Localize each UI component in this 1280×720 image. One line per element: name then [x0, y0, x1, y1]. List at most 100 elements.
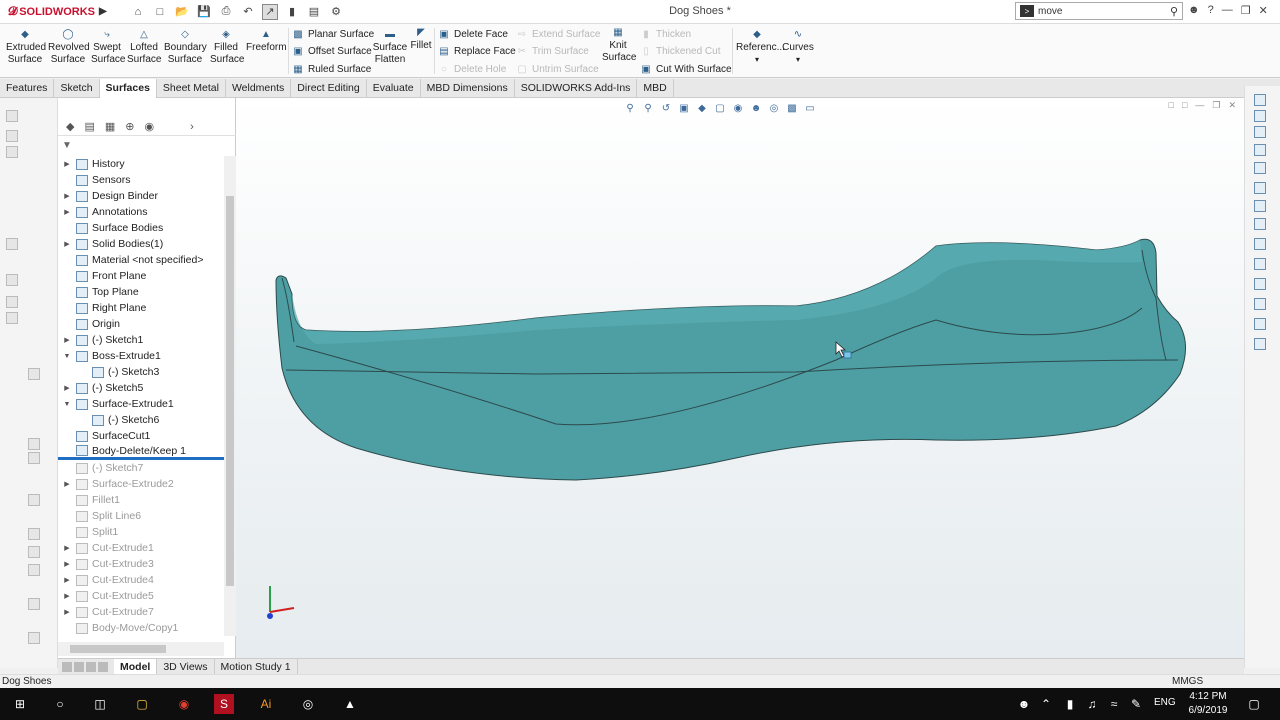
extruded-surface-button[interactable]: ◆ Extruded Surface [6, 30, 46, 66]
tree-item[interactable]: Surface Bodies [58, 220, 224, 236]
task-pane-icon[interactable] [1254, 238, 1266, 250]
replace-face-button[interactable]: ▤ Replace Face [438, 45, 515, 57]
tool-icon[interactable] [28, 368, 40, 380]
tree-item[interactable]: ▼ Boss-Extrude1 [58, 348, 224, 364]
tool-icon[interactable] [28, 528, 40, 540]
menu-arrow-icon[interactable]: ▶ [99, 6, 107, 17]
tab-sheet-metal[interactable]: Sheet Metal [157, 79, 226, 98]
dropdown-arrow-icon[interactable]: ▾ [782, 54, 814, 66]
filter-icon[interactable]: ▼ [62, 140, 72, 151]
tool-icon[interactable] [28, 438, 40, 450]
restore-icon[interactable]: ❐ [1241, 4, 1251, 17]
tool-icon[interactable] [6, 146, 18, 158]
expand-arrow-icon[interactable]: ▶ [62, 608, 72, 616]
minimize-icon[interactable]: — [1222, 4, 1233, 17]
tool-icon[interactable] [6, 238, 18, 250]
units-selector[interactable]: MMGS [1172, 676, 1203, 687]
taskbar-clock[interactable]: 4:12 PM 6/9/2019 [1182, 690, 1234, 718]
trim-surface-button[interactable]: ✂ Trim Surface [516, 45, 589, 57]
delete-face-button[interactable]: ▣ Delete Face [438, 28, 508, 40]
graphics-area[interactable]: ⚲ ⚲ ↺ ▣ ◆ ▢ ◉ ☻ ◎ ▩ ▭ □ □ — ❐ ✕ [236, 98, 1244, 658]
chrome-icon[interactable]: ◉ [174, 694, 194, 714]
task-pane-icon[interactable] [1254, 94, 1266, 106]
tool-icon[interactable] [6, 312, 18, 324]
options-gear-icon[interactable]: ⚙ [328, 4, 344, 20]
select-icon[interactable]: ↗ [262, 3, 278, 20]
help-icon[interactable]: ? [1208, 4, 1214, 17]
tree-item[interactable]: ▶ Cut-Extrude4 [58, 572, 224, 588]
tree-item[interactable]: ▶ Cut-Extrude7 [58, 604, 224, 620]
tab-direct-editing[interactable]: Direct Editing [291, 79, 367, 98]
tree-item[interactable]: ▶ Design Binder [58, 188, 224, 204]
language-indicator[interactable]: ENG [1154, 697, 1176, 708]
battery-icon[interactable]: ▮ [1060, 694, 1080, 714]
tree-item[interactable]: ▶ Solid Bodies(1) [58, 236, 224, 252]
people-icon[interactable]: ☻ [1014, 694, 1034, 714]
file-properties-icon[interactable]: ▤ [306, 4, 322, 20]
tree-item[interactable]: Origin [58, 316, 224, 332]
solidworks-taskbar-icon[interactable]: S [214, 694, 234, 714]
tree-item[interactable]: ▶ Surface-Extrude2 [58, 476, 224, 492]
view-palette-icon[interactable] [1254, 182, 1266, 194]
task-pane-icon[interactable] [1254, 298, 1266, 310]
tab-sketch[interactable]: Sketch [54, 79, 100, 98]
home-icon[interactable] [1254, 126, 1266, 138]
last-tab-icon[interactable] [98, 661, 108, 672]
tree-horizontal-scrollbar[interactable] [58, 642, 224, 656]
thickened-cut-button[interactable]: ▯ Thickened Cut [640, 45, 720, 57]
illustrator-icon[interactable]: Ai [256, 694, 276, 714]
tree-item[interactable]: Front Plane [58, 268, 224, 284]
tool-icon[interactable] [28, 494, 40, 506]
tree-item[interactable]: (-) Sketch3 [58, 364, 224, 380]
design-library-icon[interactable] [1254, 144, 1266, 156]
scroll-thumb[interactable] [226, 196, 234, 586]
reference-geometry-button[interactable]: ◆ Referenc... ▾ [736, 30, 785, 66]
tab-mbd-dimensions[interactable]: MBD Dimensions [421, 79, 515, 98]
search-circle-icon[interactable]: ○ [50, 694, 70, 714]
tree-item[interactable]: Body-Delete/Keep 1 [58, 444, 224, 460]
collapse-arrow-icon[interactable]: ▼ [62, 401, 72, 408]
freeform-button[interactable]: ▲ Freeform [246, 30, 287, 54]
tab-surfaces[interactable]: Surfaces [99, 79, 157, 98]
tab-features[interactable]: Features [0, 79, 55, 98]
tree-item[interactable]: Sensors [58, 172, 224, 188]
tool-icon[interactable] [28, 632, 40, 644]
feature-manager-icon[interactable]: ◆ [66, 120, 74, 133]
tab-weldments[interactable]: Weldments [226, 79, 292, 98]
tree-item[interactable]: ▶ Cut-Extrude1 [58, 540, 224, 556]
network-icon[interactable]: ≈ [1104, 694, 1124, 714]
expand-arrow-icon[interactable]: ▶ [62, 192, 72, 200]
tool-icon[interactable] [6, 296, 18, 308]
tree-vertical-scrollbar[interactable] [224, 156, 236, 636]
tree-item[interactable]: Split1 [58, 524, 224, 540]
expand-arrow-icon[interactable]: ▶ [62, 208, 72, 216]
save-icon[interactable]: 💾 [196, 4, 212, 20]
expand-arrow-icon[interactable]: ▶ [62, 160, 72, 168]
surface-flatten-button[interactable]: ▬ Surface Flatten [372, 30, 408, 66]
tree-item[interactable]: Top Plane [58, 284, 224, 300]
tree-item[interactable]: (-) Sketch7 [58, 460, 224, 476]
knit-surface-button[interactable]: ▦ Knit Surface [602, 28, 636, 64]
search-input[interactable] [1038, 5, 1170, 17]
tree-item[interactable]: Split Line6 [58, 508, 224, 524]
task-pane-icon[interactable] [1254, 338, 1266, 350]
expand-arrow-icon[interactable]: ▶ [62, 384, 72, 392]
chevron-right-icon[interactable]: › [190, 121, 194, 133]
tool-icon[interactable] [28, 598, 40, 610]
photos-icon[interactable]: ▲ [340, 694, 360, 714]
task-pane-icon[interactable] [1254, 258, 1266, 270]
tree-item[interactable]: (-) Sketch6 [58, 412, 224, 428]
app-icon[interactable]: ◎ [298, 694, 318, 714]
tab-solidworks-addins[interactable]: SOLIDWORKS Add-Ins [515, 79, 638, 98]
extend-surface-button[interactable]: ⇨ Extend Surface [516, 28, 601, 40]
scroll-thumb[interactable] [70, 645, 166, 653]
print-icon[interactable]: ⎙ [218, 4, 234, 20]
cut-with-surface-button[interactable]: ▣ Cut With Surface [640, 63, 731, 75]
open-icon[interactable]: 📂 [174, 4, 190, 20]
collapse-arrow-icon[interactable]: ▼ [62, 353, 72, 360]
custom-properties-icon[interactable] [1254, 218, 1266, 230]
tab-motion-study-1[interactable]: Motion Study 1 [215, 658, 298, 675]
tree-item[interactable]: SurfaceCut1 [58, 428, 224, 444]
tool-icon[interactable] [6, 110, 18, 122]
display-manager-icon[interactable]: ◉ [145, 120, 155, 133]
